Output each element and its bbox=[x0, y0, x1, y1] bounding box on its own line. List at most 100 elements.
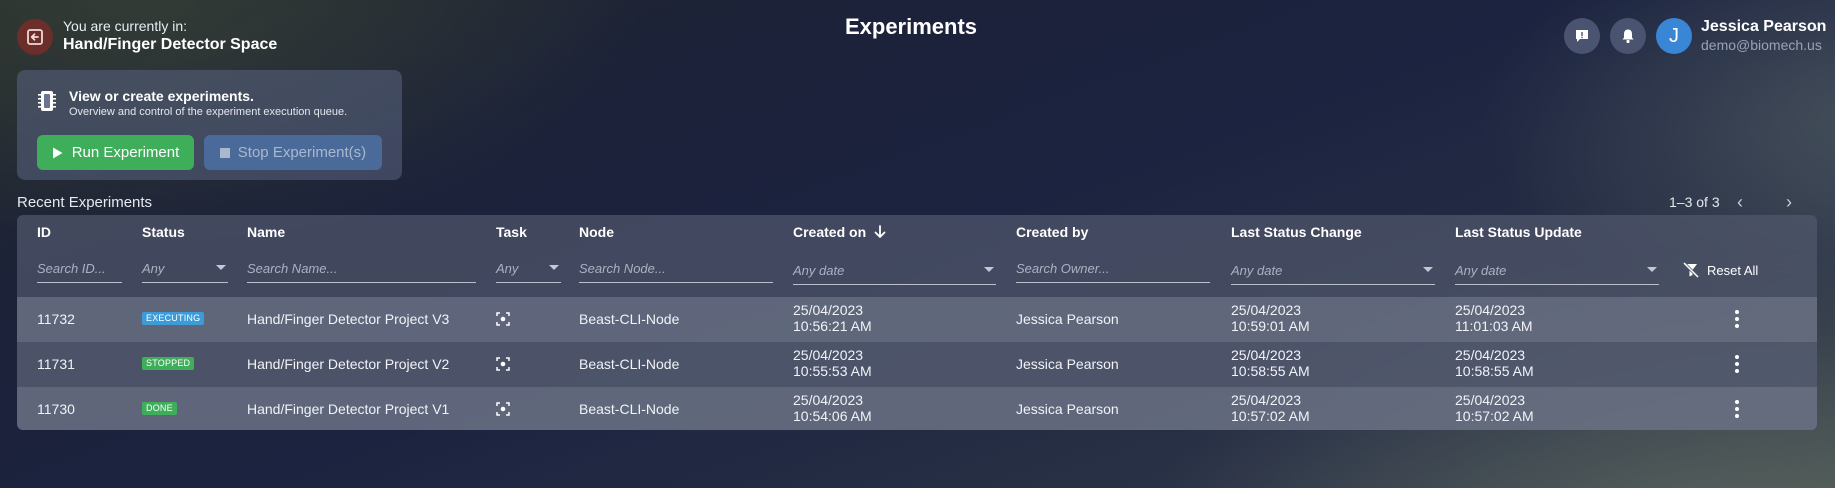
bell-icon bbox=[1622, 29, 1634, 44]
change-time: 10:58:55 AM bbox=[1231, 363, 1310, 379]
created-time: 10:54:06 AM bbox=[793, 408, 872, 424]
id-search-input[interactable]: Search ID... bbox=[37, 261, 122, 283]
column-header-created-on[interactable]: Created on bbox=[793, 224, 886, 240]
reset-all-filters-button[interactable]: Reset All bbox=[1683, 262, 1758, 278]
created-time: 10:55:53 AM bbox=[793, 363, 872, 379]
row-last-status-change: 25/04/2023 10:58:55 AM bbox=[1231, 347, 1310, 379]
row-created-on: 25/04/2023 10:55:53 AM bbox=[793, 347, 872, 379]
column-header-node[interactable]: Node bbox=[579, 224, 614, 240]
card-title: View or create experiments. bbox=[69, 88, 254, 104]
column-header-name[interactable]: Name bbox=[247, 224, 285, 240]
play-icon bbox=[52, 147, 63, 158]
row-id: 11730 bbox=[37, 401, 75, 417]
user-avatar[interactable]: J bbox=[1656, 18, 1692, 54]
created-on-date-filter[interactable]: Any date bbox=[793, 263, 996, 285]
row-node: Beast-CLI-Node bbox=[579, 311, 680, 327]
status-badge: DONE bbox=[142, 402, 177, 415]
row-created-by: Jessica Pearson bbox=[1016, 356, 1119, 372]
table-row[interactable]: 11730 DONE Hand/Finger Detector Project … bbox=[17, 387, 1817, 430]
chevron-down-icon[interactable]: ⌄ bbox=[1811, 22, 1819, 33]
row-node: Beast-CLI-Node bbox=[579, 401, 680, 417]
row-actions-menu-icon[interactable] bbox=[1735, 310, 1739, 331]
update-date: 25/04/2023 bbox=[1455, 302, 1526, 318]
row-last-status-change: 25/04/2023 10:59:01 AM bbox=[1231, 302, 1310, 334]
change-date: 25/04/2023 bbox=[1231, 392, 1302, 408]
page-title: Experiments bbox=[844, 14, 978, 39]
row-actions-menu-icon[interactable] bbox=[1735, 355, 1739, 376]
last-status-update-filter-value: Any date bbox=[1455, 263, 1507, 278]
created-on-filter-value: Any date bbox=[793, 263, 845, 278]
run-experiment-label: Run Experiment bbox=[71, 144, 180, 161]
created-time: 10:56:21 AM bbox=[793, 318, 872, 334]
update-date: 25/04/2023 bbox=[1455, 392, 1526, 408]
column-header-last-status-change[interactable]: Last Status Change bbox=[1231, 224, 1362, 240]
row-last-status-update: 25/04/2023 11:01:03 AM bbox=[1455, 302, 1533, 334]
created-date: 25/04/2023 bbox=[793, 347, 864, 363]
status-badge: STOPPED bbox=[142, 357, 195, 370]
row-actions-menu-icon[interactable] bbox=[1735, 400, 1739, 421]
stop-icon bbox=[219, 147, 230, 158]
chevron-left-icon[interactable]: ‹ bbox=[1737, 192, 1743, 213]
row-created-by: Jessica Pearson bbox=[1016, 311, 1119, 327]
column-header-status[interactable]: Status bbox=[142, 224, 185, 240]
column-header-last-status-update[interactable]: Last Status Update bbox=[1455, 224, 1582, 240]
status-badge: EXECUTING bbox=[142, 312, 205, 325]
row-created-by: Jessica Pearson bbox=[1016, 401, 1119, 417]
status-filter-value: Any bbox=[142, 261, 165, 276]
pagination-range: 1–3 of 3 bbox=[1669, 194, 1720, 210]
row-created-on: 25/04/2023 10:54:06 AM bbox=[793, 392, 872, 424]
change-date: 25/04/2023 bbox=[1231, 347, 1302, 363]
update-date: 25/04/2023 bbox=[1455, 347, 1526, 363]
user-name[interactable]: Jessica Pearson bbox=[1701, 18, 1826, 36]
update-time: 10:58:55 AM bbox=[1455, 363, 1534, 379]
row-last-status-update: 25/04/2023 10:57:02 AM bbox=[1455, 392, 1534, 424]
card-subtitle: Overview and control of the experiment e… bbox=[69, 106, 348, 118]
row-id: 11731 bbox=[37, 356, 75, 372]
row-name: Hand/Finger Detector Project V2 bbox=[247, 356, 450, 372]
row-name: Hand/Finger Detector Project V3 bbox=[247, 311, 450, 327]
change-time: 10:57:02 AM bbox=[1231, 408, 1310, 424]
last-status-change-date-filter[interactable]: Any date bbox=[1231, 263, 1435, 285]
task-filter-select[interactable]: Any bbox=[496, 261, 561, 283]
chip-icon bbox=[37, 89, 57, 118]
experiments-table: ID Status Name Task Node Created on Crea… bbox=[17, 215, 1817, 430]
table-row[interactable]: 11731 STOPPED Hand/Finger Detector Proje… bbox=[17, 342, 1817, 387]
created-on-label: Created on bbox=[793, 224, 867, 240]
task-filter-value: Any bbox=[496, 261, 519, 276]
last-status-update-date-filter[interactable]: Any date bbox=[1455, 263, 1659, 285]
row-created-on: 25/04/2023 10:56:21 AM bbox=[793, 302, 872, 334]
row-id: 11732 bbox=[37, 311, 75, 327]
change-date: 25/04/2023 bbox=[1231, 302, 1302, 318]
column-header-task[interactable]: Task bbox=[496, 224, 527, 240]
owner-search-input[interactable]: Search Owner... bbox=[1016, 261, 1210, 283]
notifications-button[interactable] bbox=[1610, 18, 1646, 54]
reset-all-label: Reset All bbox=[1707, 262, 1759, 278]
detection-task-icon bbox=[496, 312, 510, 329]
detection-task-icon bbox=[496, 357, 510, 374]
chevron-right-icon[interactable]: › bbox=[1786, 192, 1792, 213]
detection-task-icon bbox=[496, 402, 510, 419]
feedback-icon bbox=[1576, 30, 1588, 42]
created-date: 25/04/2023 bbox=[793, 392, 864, 408]
update-time: 11:01:03 AM bbox=[1455, 318, 1533, 334]
recent-experiments-title: Recent Experiments bbox=[17, 194, 153, 211]
last-status-change-filter-value: Any date bbox=[1231, 263, 1283, 278]
run-experiment-button[interactable]: Run Experiment bbox=[37, 135, 194, 170]
user-email: demo@biomech.us bbox=[1701, 37, 1822, 53]
update-time: 10:57:02 AM bbox=[1455, 408, 1534, 424]
row-node: Beast-CLI-Node bbox=[579, 356, 680, 372]
status-filter-select[interactable]: Any bbox=[142, 261, 228, 283]
node-search-input[interactable]: Search Node... bbox=[579, 261, 773, 283]
table-row[interactable]: 11732 EXECUTING Hand/Finger Detector Pro… bbox=[17, 297, 1817, 342]
sort-descending-icon bbox=[874, 225, 886, 238]
experiments-info-card: View or create experiments. Overview and… bbox=[17, 70, 402, 180]
stop-experiments-label: Stop Experiment(s) bbox=[237, 144, 367, 161]
column-header-created-by[interactable]: Created by bbox=[1016, 224, 1088, 240]
stop-experiments-button[interactable]: Stop Experiment(s) bbox=[204, 135, 382, 170]
feedback-button[interactable] bbox=[1564, 18, 1600, 54]
row-last-status-update: 25/04/2023 10:58:55 AM bbox=[1455, 347, 1534, 379]
name-search-input[interactable]: Search Name... bbox=[247, 261, 476, 283]
row-last-status-change: 25/04/2023 10:57:02 AM bbox=[1231, 392, 1310, 424]
filter-clear-icon bbox=[1683, 262, 1700, 278]
column-header-id[interactable]: ID bbox=[37, 224, 51, 240]
